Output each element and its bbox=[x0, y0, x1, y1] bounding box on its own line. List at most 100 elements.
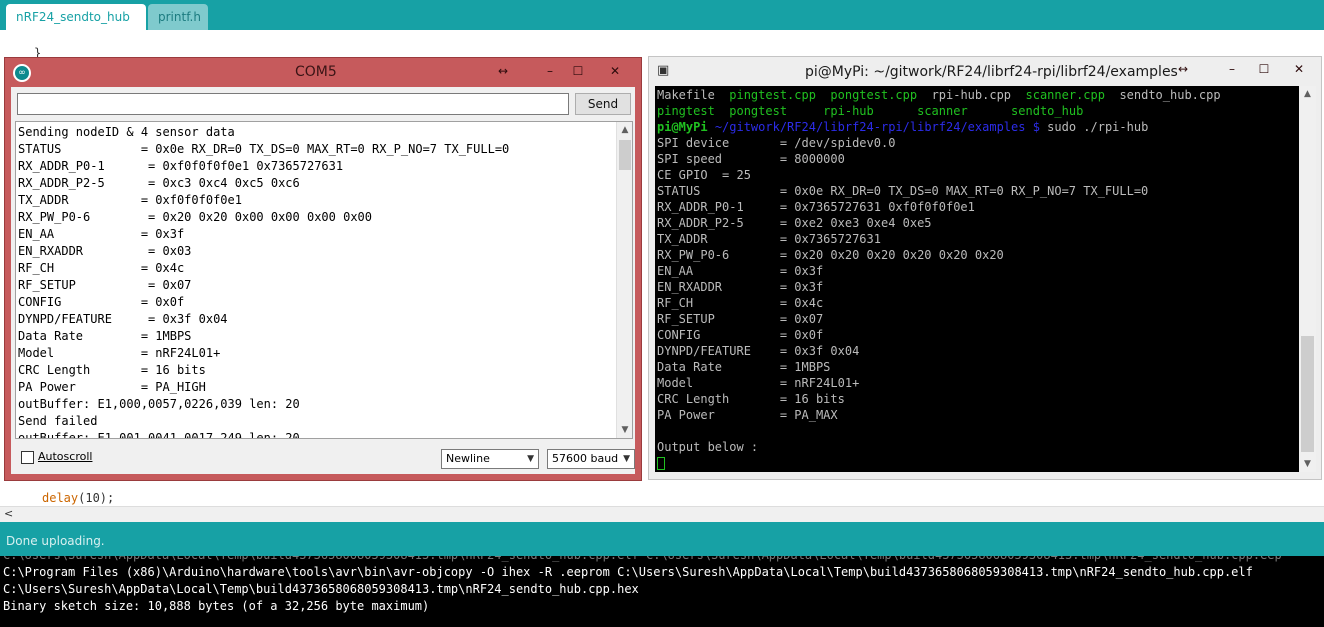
terminal-line: PA Power = PA_MAX bbox=[657, 408, 838, 422]
desktop: nRF24_sendto_hub § printf.h } delay(10);… bbox=[0, 0, 1324, 627]
terminal-line: EN_AA = 0x3f bbox=[657, 264, 824, 278]
serial-output: Sending nodeID & 4 sensor data STATUS = … bbox=[15, 121, 633, 439]
prompt-command: sudo ./rpi-hub bbox=[1039, 120, 1149, 134]
serial-line: CRC Length = 16 bits bbox=[18, 363, 206, 377]
minimize-icon[interactable]: – bbox=[539, 62, 561, 80]
editor-horizontal-scrollbar[interactable]: < bbox=[0, 506, 1324, 522]
ls-entry: scanner bbox=[917, 104, 968, 118]
autoscroll-label[interactable]: Autoscroll bbox=[38, 450, 92, 463]
ls-entry: scanner.cpp bbox=[1025, 88, 1105, 102]
serial-line: outBuffer: E1,001,0041,0017,249 len: 20 bbox=[18, 431, 300, 439]
ls-entry: rpi-hub bbox=[823, 104, 874, 118]
console-line: Binary sketch size: 10,888 bytes (of a 3… bbox=[3, 599, 430, 613]
terminal-line: DYNPD/FEATURE = 0x3f 0x04 bbox=[657, 344, 860, 358]
ide-console: C:\Users\Suresh\AppData\Local\Temp\build… bbox=[0, 556, 1324, 627]
arduino-logo-icon: ∞ bbox=[13, 64, 31, 82]
tab-sketch[interactable]: nRF24_sendto_hub § bbox=[6, 4, 146, 50]
scrollbar-thumb[interactable] bbox=[619, 140, 631, 170]
terminal-line: RF_SETUP = 0x07 bbox=[657, 312, 824, 326]
scroll-left-icon[interactable]: < bbox=[4, 507, 13, 520]
terminal-line: RX_ADDR_P2-5 = 0xe2 0xe3 0xe4 0xe5 bbox=[657, 216, 932, 230]
serial-line: Sending nodeID & 4 sensor data bbox=[18, 125, 235, 139]
prompt-user: pi@MyPi bbox=[657, 120, 708, 134]
serial-monitor-body: Send Sending nodeID & 4 sensor data STAT… bbox=[11, 87, 635, 474]
scroll-down-icon[interactable]: ▼ bbox=[617, 422, 632, 438]
serial-line: RF_CH = 0x4c bbox=[18, 261, 185, 275]
serial-line: Model = nRF24L01+ bbox=[18, 346, 221, 360]
serial-line: EN_RXADDR = 0x03 bbox=[18, 244, 192, 258]
console-line: C:\Users\Suresh\AppData\Local\Temp\build… bbox=[0, 556, 1324, 564]
terminal-line: RF_CH = 0x4c bbox=[657, 296, 824, 310]
serial-monitor-titlebar[interactable]: ∞ COM5 ↔ – ☐ ✕ bbox=[5, 58, 641, 86]
serial-line: RF_SETUP = 0x07 bbox=[18, 278, 192, 292]
serial-monitor-title: COM5 bbox=[295, 64, 337, 80]
putty-logo-icon: ▣ bbox=[657, 63, 670, 78]
serial-output-scrollbar[interactable]: ▲ ▼ bbox=[616, 122, 632, 438]
console-line: C:\Users\Suresh\AppData\Local\Temp\build… bbox=[3, 582, 639, 596]
ide-tab-bar: nRF24_sendto_hub § printf.h bbox=[0, 0, 1324, 50]
tab-printf[interactable]: printf.h bbox=[148, 4, 208, 30]
dropdown-caret-icon: ▼ bbox=[527, 454, 534, 464]
console-line: C:\Program Files (x86)\Arduino\hardware\… bbox=[3, 565, 1253, 579]
minimize-icon[interactable]: – bbox=[1221, 60, 1243, 78]
scroll-down-icon[interactable]: ▼ bbox=[1299, 456, 1316, 472]
prompt-path: ~/gitwork/RF24/librf24-rpi/librf24/examp… bbox=[714, 120, 1040, 134]
serial-line: PA Power = PA_HIGH bbox=[18, 380, 206, 394]
terminal-cursor bbox=[657, 457, 665, 470]
ls-entry: pongtest bbox=[729, 104, 788, 118]
terminal-line: Model = nRF24L01+ bbox=[657, 376, 860, 390]
terminal-scrollbar[interactable]: ▲ ▼ bbox=[1299, 86, 1316, 472]
terminal-line: RX_ADDR_P0-1 = 0x7365727631 0xf0f0f0f0e1 bbox=[657, 200, 975, 214]
close-icon[interactable]: ✕ bbox=[1285, 60, 1313, 78]
serial-line: RX_ADDR_P2-5 = 0xc3 0xc4 0xc5 0xc6 bbox=[18, 176, 300, 190]
terminal-line: RX_PW_P0-6 = 0x20 0x20 0x20 0x20 0x20 0x… bbox=[657, 248, 1004, 262]
scroll-up-icon[interactable]: ▲ bbox=[617, 122, 632, 138]
ls-entry: sendto_hub.cpp bbox=[1119, 88, 1221, 102]
code-args: (10); bbox=[78, 491, 115, 505]
serial-monitor-window: ∞ COM5 ↔ – ☐ ✕ Send Sending nodeID & 4 s… bbox=[4, 57, 642, 481]
ls-entry: pingtest.cpp bbox=[729, 88, 816, 102]
serial-line: Data Rate = 1MBPS bbox=[18, 329, 192, 343]
serial-input[interactable] bbox=[17, 93, 569, 115]
baud-rate-select[interactable]: 57600 baud ▼ bbox=[547, 449, 635, 469]
autoscroll-checkbox[interactable] bbox=[21, 451, 34, 464]
putty-title: pi@MyPi: ~/gitwork/RF24/librf24-rpi/libr… bbox=[805, 64, 1178, 80]
terminal-ls-row: pingtest pongtest rpi-hub scanner sendto… bbox=[657, 103, 1221, 119]
terminal-line: CE GPIO = 25 bbox=[657, 168, 751, 182]
serial-line: TX_ADDR = 0xf0f0f0f0e1 bbox=[18, 193, 242, 207]
serial-line: STATUS = 0x0e RX_DR=0 TX_DS=0 MAX_RT=0 R… bbox=[18, 142, 510, 156]
resize-icon[interactable]: ↔ bbox=[493, 62, 513, 80]
serial-line: outBuffer: E1,000,0057,0226,039 len: 20 bbox=[18, 397, 300, 411]
ls-entry: rpi-hub.cpp bbox=[931, 88, 1012, 102]
ls-entry: pingtest bbox=[657, 104, 715, 118]
ide-status-bar: Done uploading. bbox=[0, 522, 1324, 556]
terminal-ls-row: Makefile pingtest.cpp pongtest.cpp rpi-h… bbox=[657, 87, 1221, 103]
serial-line: Send failed bbox=[18, 414, 98, 428]
scroll-up-icon[interactable]: ▲ bbox=[1299, 86, 1316, 102]
terminal-line: CRC Length = 16 bits bbox=[657, 392, 845, 406]
code-keyword: delay bbox=[42, 491, 79, 505]
terminal-line: SPI speed = 8000000 bbox=[657, 152, 845, 166]
send-button[interactable]: Send bbox=[575, 93, 631, 115]
maximize-icon[interactable]: ☐ bbox=[567, 62, 589, 80]
code-line-delay: delay(10); bbox=[42, 491, 114, 505]
scrollbar-thumb[interactable] bbox=[1301, 336, 1314, 452]
ls-entry: Makefile bbox=[657, 88, 715, 102]
terminal-cursor-line bbox=[657, 455, 1221, 471]
terminal-line: Output below : bbox=[657, 440, 759, 454]
terminal-line: CONFIG = 0x0f bbox=[657, 328, 824, 342]
dropdown-caret-icon: ▼ bbox=[623, 454, 630, 464]
maximize-icon[interactable]: ☐ bbox=[1253, 60, 1275, 78]
close-icon[interactable]: ✕ bbox=[595, 62, 635, 80]
terminal-line: EN_RXADDR = 0x3f bbox=[657, 280, 824, 294]
serial-line: RX_PW_P0-6 = 0x20 0x20 0x00 0x00 0x00 0x… bbox=[18, 210, 373, 224]
terminal[interactable]: Makefile pingtest.cpp pongtest.cpp rpi-h… bbox=[655, 86, 1299, 472]
line-ending-select[interactable]: Newline ▼ bbox=[441, 449, 539, 469]
terminal-line: SPI device = /dev/spidev0.0 bbox=[657, 136, 896, 150]
serial-line: DYNPD/FEATURE = 0x3f 0x04 bbox=[18, 312, 228, 326]
serial-monitor-footer: Autoscroll Newline ▼ 57600 baud ▼ bbox=[11, 445, 635, 473]
resize-icon[interactable]: ↔ bbox=[1173, 60, 1193, 78]
terminal-line: TX_ADDR = 0x7365727631 bbox=[657, 232, 881, 246]
serial-line: EN_AA = 0x3f bbox=[18, 227, 185, 241]
ls-entry: sendto_hub bbox=[1011, 104, 1084, 118]
